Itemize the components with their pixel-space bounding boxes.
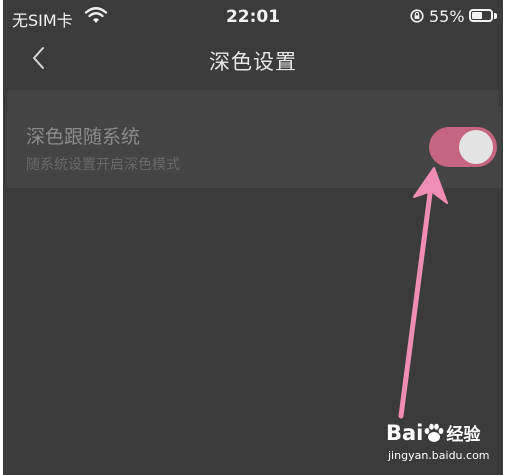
phone-screen: 无SIM卡 22:01 55% 深色设置 深色跟随系统 随系统设置开启深色模式 [3, 0, 503, 475]
battery-fill [472, 12, 482, 19]
dark-mode-toggle[interactable] [429, 127, 497, 167]
rotation-lock-icon [410, 9, 424, 23]
nav-bar: 深色设置 [3, 34, 503, 84]
toggle-knob [459, 130, 493, 164]
setting-row-dark-follow-system[interactable]: 深色跟随系统 随系统设置开启深色模式 [7, 106, 501, 188]
page-title: 深色设置 [209, 50, 297, 74]
setting-title: 深色跟随系统 [26, 126, 141, 148]
setting-subtitle: 随系统设置开启深色模式 [26, 157, 180, 173]
battery-cap [494, 13, 497, 19]
section-divider [7, 90, 499, 106]
paw-logo-icon [424, 423, 444, 442]
battery-icon [469, 9, 493, 22]
watermark-brand: Bai 经验 [386, 420, 480, 445]
baidu-jingyan-watermark: Bai 经验 jingyan.baidu.com [386, 420, 498, 468]
battery-percent: 55% [429, 7, 465, 26]
status-bar: 无SIM卡 22:01 55% [3, 0, 503, 34]
watermark-url: jingyan.baidu.com [388, 449, 490, 462]
watermark-brand-text: Bai [386, 421, 424, 445]
watermark-brand-tail: 经验 [446, 425, 481, 445]
status-time: 22:01 [225, 7, 281, 27]
